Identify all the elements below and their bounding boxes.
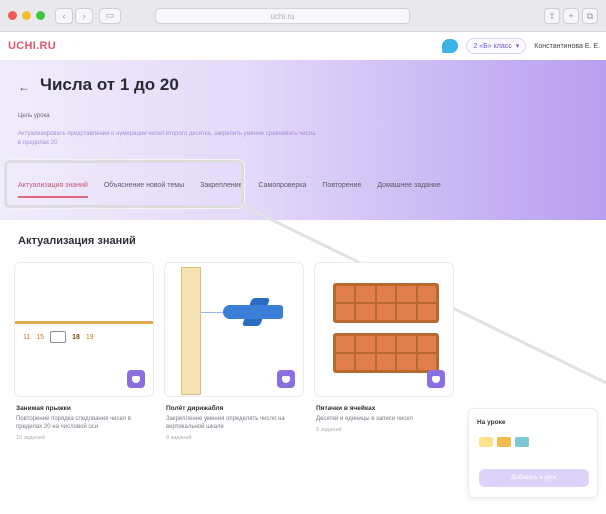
- maximize-window-button[interactable]: [36, 11, 45, 20]
- chevron-down-icon: ▾: [515, 43, 520, 50]
- card-meta: 8 заданий: [166, 435, 192, 441]
- tab-self-check[interactable]: Самопроверка: [259, 182, 307, 189]
- browser-window: ‹ › ▭ uchi.ru ⇧ + ⧉ UCHI.RU 2 «Б» класс …: [0, 0, 606, 514]
- card-trays[interactable]: [314, 262, 454, 397]
- card-meta: 8 заданий: [316, 427, 342, 433]
- toolbar-right: ⇧ + ⧉: [544, 8, 598, 24]
- class-select-value: 2 «Б» класс: [473, 42, 512, 50]
- card-info: Занимая прыжки Повторение порядка следов…: [16, 405, 156, 441]
- sidebar-toggle-icon[interactable]: ▭: [99, 7, 121, 24]
- address-text: uchi.ru: [270, 11, 295, 21]
- side-panel-thumbnails: [479, 437, 529, 447]
- section-title: Актуализация знаний: [18, 235, 136, 247]
- back-nav-icon[interactable]: ‹: [55, 7, 73, 24]
- card-info: Полёт дирижабля Закрепление умения опред…: [166, 405, 306, 441]
- tabs-overview-icon[interactable]: ⧉: [582, 8, 598, 24]
- close-window-button[interactable]: [8, 11, 17, 20]
- lesson-side-panel: На уроке Добавить в урок: [468, 408, 598, 498]
- side-panel-title: На уроке: [477, 419, 506, 426]
- logo[interactable]: UCHI.RU: [8, 40, 56, 52]
- lesson-description: Актуализировать представления о нумераци…: [18, 131, 316, 146]
- class-select[interactable]: 2 «Б» класс ▾: [466, 38, 527, 54]
- window-controls: [8, 11, 45, 20]
- number-line-labels: 11 15 18 19: [23, 331, 94, 343]
- chat-icon[interactable]: [442, 39, 459, 53]
- share-icon[interactable]: ⇧: [544, 8, 560, 24]
- number-label: 11: [23, 333, 31, 341]
- new-tab-icon[interactable]: +: [563, 8, 579, 24]
- add-to-lesson-icon[interactable]: [277, 370, 295, 388]
- card-description: Десятки и единицы в записи чисел: [316, 416, 413, 422]
- lesson-goal-label: Цель урока: [18, 113, 50, 119]
- tab-repetition[interactable]: Повторение: [322, 182, 361, 189]
- header-right: 2 «Б» класс ▾ Константинова Е. Е.: [442, 38, 600, 54]
- card-description: Повторение порядка следования чисел в пр…: [16, 416, 131, 430]
- minimize-window-button[interactable]: [22, 11, 31, 20]
- add-to-lesson-icon[interactable]: [127, 370, 145, 388]
- tray-image: [333, 283, 439, 323]
- card-airship[interactable]: [164, 262, 304, 397]
- nav-buttons: ‹ ›: [55, 7, 93, 24]
- browser-titlebar: ‹ › ▭ uchi.ru ⇧ + ⧉: [0, 0, 606, 32]
- card-meta: 15 заданий: [16, 435, 45, 441]
- add-to-lesson-button[interactable]: Добавить в урок: [479, 469, 589, 487]
- thumbnail-icon: [479, 437, 493, 447]
- add-to-lesson-icon[interactable]: [427, 370, 445, 388]
- back-arrow-icon[interactable]: ←: [18, 80, 30, 94]
- number-label: 18: [72, 333, 80, 341]
- tabs-zoom-highlight: [4, 160, 244, 208]
- thumbnail-icon: [515, 437, 529, 447]
- number-label: 19: [85, 333, 94, 341]
- app-header: UCHI.RU 2 «Б» класс ▾ Константинова Е. Е…: [0, 32, 606, 60]
- forward-nav-icon[interactable]: ›: [75, 7, 93, 24]
- user-name[interactable]: Константинова Е. Е.: [534, 43, 600, 50]
- card-title: Занимая прыжки: [16, 405, 71, 412]
- card-title: Пятачки в ячейках: [316, 405, 376, 412]
- thumbnail-icon: [497, 437, 511, 447]
- number-label: 15: [36, 333, 45, 341]
- airship-image: [223, 305, 283, 319]
- page-title: Числа от 1 до 20: [40, 75, 179, 94]
- card-title: Полёт дирижабля: [166, 405, 224, 412]
- card-info: Пятачки в ячейках Десятки и единицы в за…: [316, 405, 456, 433]
- card-description: Закрепление умения определять число на в…: [166, 416, 285, 430]
- card-number-line[interactable]: 11 15 18 19: [14, 262, 154, 397]
- number-line: [15, 321, 153, 324]
- tab-homework[interactable]: Домашнее задание: [377, 182, 440, 189]
- vertical-ruler: [181, 267, 201, 395]
- address-bar[interactable]: uchi.ru: [155, 8, 410, 24]
- ruler-beam: [201, 312, 225, 313]
- tray-image: [333, 333, 439, 373]
- answer-box: [50, 331, 67, 343]
